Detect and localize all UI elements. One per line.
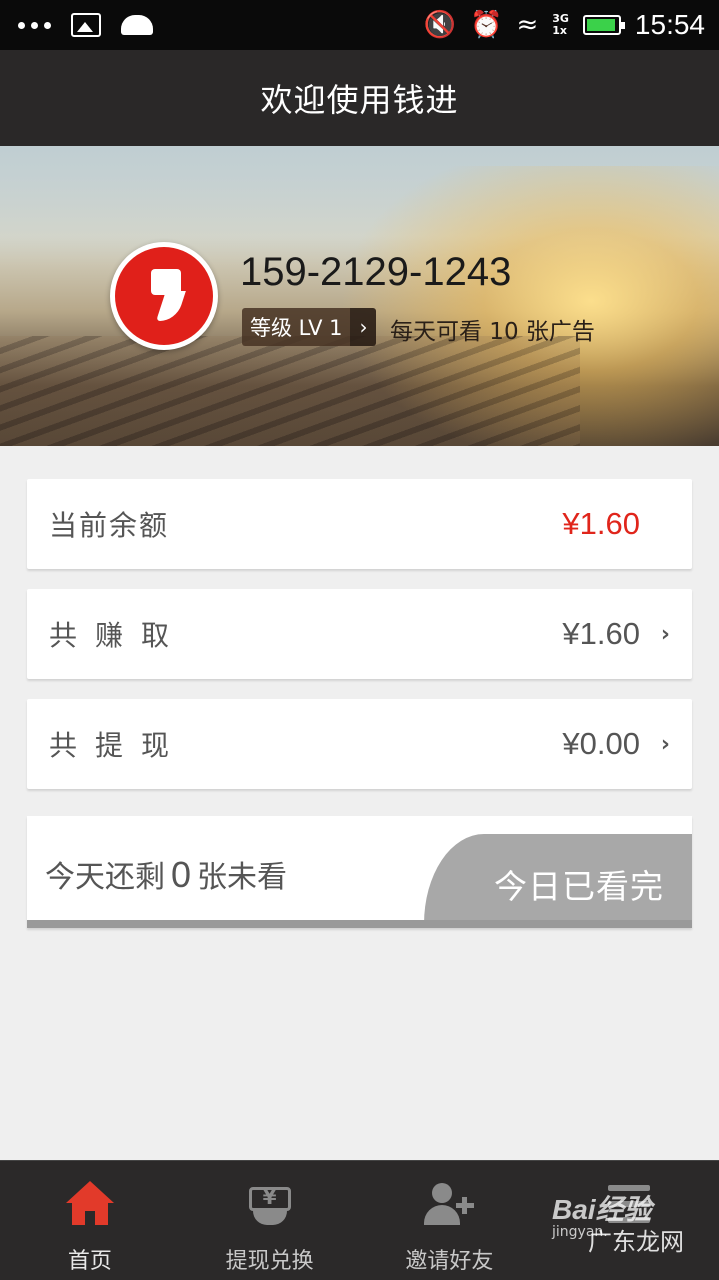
user-phone-number: 159-2129-1243 <box>240 250 512 294</box>
chevron-right-icon: › <box>350 308 377 346</box>
earned-row[interactable]: 共赚取 ¥1.60 › <box>27 589 692 679</box>
nav-label-home: 首页 <box>67 1249 112 1274</box>
nav-item-invite-friends[interactable]: 邀请好友 <box>360 1161 540 1280</box>
level-badge[interactable]: 等级 LV 1 › <box>242 308 377 346</box>
nav-label-invite-friends: 邀请好友 <box>405 1249 494 1274</box>
mute-icon: 🔇 <box>423 10 457 40</box>
status-time: 15:54 <box>634 9 705 40</box>
remaining-ads-text: 今天还剩 0 张未看 <box>45 852 287 896</box>
signal-icon: 3G 1x <box>552 13 569 37</box>
nav-item-cash-exchange[interactable]: ¥ 提现兑换 <box>180 1161 360 1280</box>
app-logo-avatar[interactable] <box>110 242 218 350</box>
bottom-navigation: 首页 ¥ 提现兑换 邀请好友 <box>0 1160 719 1280</box>
page-title: 欢迎使用钱进 <box>260 81 459 119</box>
level-label: 等级 LV 1 <box>242 308 351 346</box>
more-notifications-icon <box>18 21 51 29</box>
status-right: 🔇 ⏰ ≈ 3G 1x 15:54 <box>424 0 705 50</box>
menu-icon <box>602 1181 656 1229</box>
title-bar: 欢迎使用钱进 <box>0 50 719 146</box>
remaining-suffix: 张未看 <box>197 860 288 895</box>
watch-ads-button-label: 今日已看完 <box>494 867 664 906</box>
chevron-right-icon: › <box>660 731 670 757</box>
withdrawn-row[interactable]: 共提现 ¥0.00 › <box>27 699 692 789</box>
earned-label: 共赚取 <box>49 619 188 652</box>
withdrawn-label: 共提现 <box>49 729 188 762</box>
image-notification-icon <box>71 13 101 37</box>
chevron-right-icon: › <box>660 621 670 647</box>
card-bottom-strip <box>27 920 692 928</box>
remaining-prefix: 今天还剩 <box>45 860 165 895</box>
home-icon <box>63 1181 117 1229</box>
add-user-icon <box>422 1181 476 1229</box>
nav-item-home[interactable]: 首页 <box>0 1161 180 1280</box>
balance-label: 当前余额 <box>49 509 170 542</box>
android-notification-icon <box>121 15 153 35</box>
balance-card: 当前余额 ¥1.60 <box>27 479 692 569</box>
cash-exchange-icon: ¥ <box>243 1181 297 1229</box>
daily-ads-card: 今天还剩 0 张未看 今日已看完 <box>27 816 692 928</box>
banner-rails <box>0 336 580 446</box>
alarm-icon: ⏰ <box>470 10 503 40</box>
status-left <box>18 0 153 50</box>
watch-ads-button[interactable]: 今日已看完 <box>424 834 692 928</box>
wifi-icon: ≈ <box>516 10 539 40</box>
earned-value: ¥1.60 <box>562 616 640 651</box>
withdrawn-value: ¥0.00 <box>562 726 640 761</box>
profile-banner: 159-2129-1243 等级 LV 1 › 每天可看 10 张广告 <box>0 146 719 446</box>
network-type-secondary: 1x <box>552 24 567 37</box>
remaining-count: 0 <box>171 854 192 895</box>
nav-item-more[interactable] <box>539 1161 719 1280</box>
daily-ads-note: 每天可看 10 张广告 <box>390 319 595 345</box>
battery-icon <box>582 15 625 35</box>
status-bar: 🔇 ⏰ ≈ 3G 1x 15:54 <box>0 0 719 50</box>
balance-value: ¥1.60 <box>562 506 640 541</box>
nav-label-cash-exchange: 提现兑换 <box>225 1249 314 1274</box>
logo-mark-icon <box>115 247 213 345</box>
